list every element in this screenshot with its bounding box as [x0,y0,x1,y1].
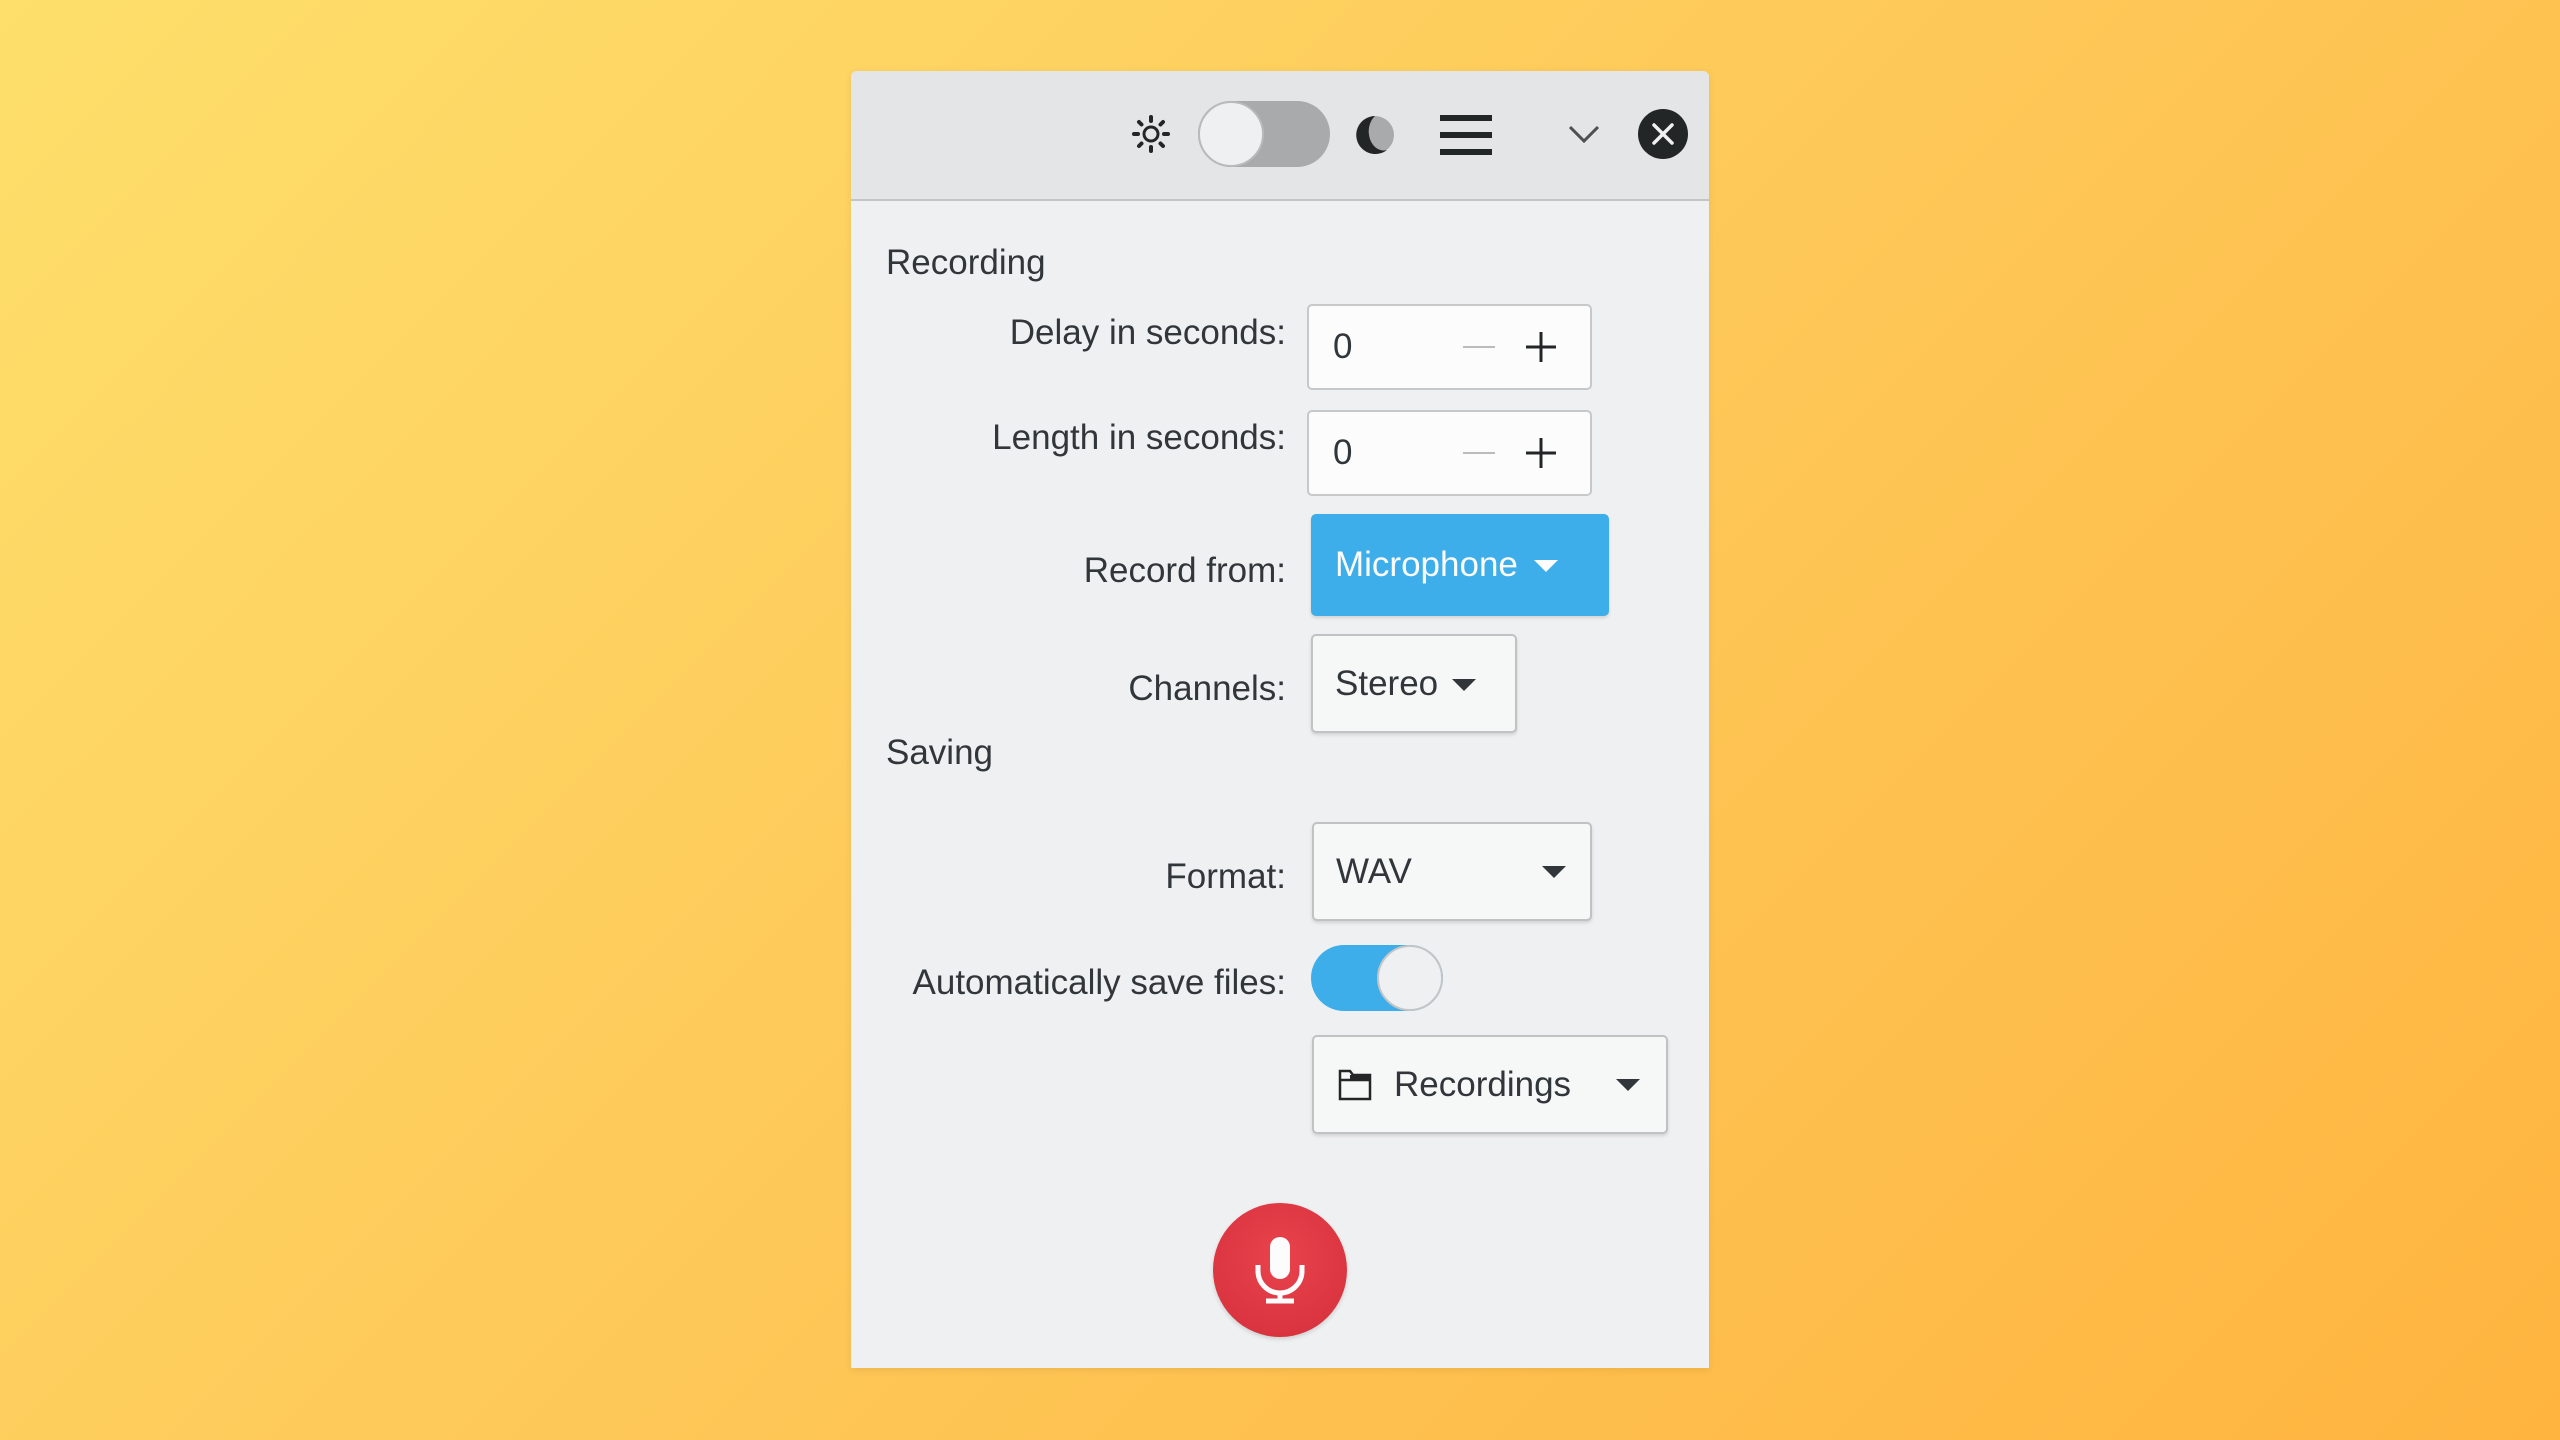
theme-toggle-switch[interactable] [1198,101,1330,167]
saving-section-title: Saving [886,733,994,772]
recording-section-title: Recording [886,243,1046,282]
length-label: Length in seconds: [992,418,1286,457]
delay-value[interactable]: 0 [1333,306,1352,388]
channels-dropdown[interactable]: Stereo [1311,634,1517,733]
delay-label: Delay in seconds: [1009,313,1286,352]
chevron-down-icon[interactable] [1567,119,1601,149]
auto-save-label: Automatically save files: [912,963,1286,1002]
format-value: WAV [1336,851,1412,891]
save-folder-value: Recordings [1394,1064,1572,1104]
microphone-icon [1255,1237,1305,1304]
plus-icon [1526,332,1556,362]
toggle-knob [1377,945,1443,1011]
format-dropdown[interactable]: WAV [1312,822,1592,921]
record-from-value: Microphone [1335,545,1518,584]
record-from-dropdown[interactable]: Microphone [1311,514,1609,616]
length-increment-button[interactable] [1519,412,1563,494]
caret-down-icon [1452,678,1477,691]
caret-down-icon [1616,1078,1640,1091]
folder-icon [1338,1069,1372,1100]
length-value[interactable]: 0 [1333,412,1352,494]
toggle-knob [1198,101,1264,167]
save-folder-dropdown[interactable]: Recordings [1312,1035,1668,1134]
close-icon[interactable] [1637,108,1689,160]
caret-down-icon [1533,560,1558,572]
length-decrement-button[interactable] [1459,412,1499,494]
moon-half-icon[interactable] [1353,113,1397,157]
plus-icon [1526,438,1556,468]
record-button[interactable] [1213,1203,1347,1337]
channels-label: Channels: [1128,669,1286,708]
audio-recorder-window: Recording Delay in seconds: 0 Length in … [851,71,1709,1368]
hamburger-menu-icon[interactable] [1440,113,1492,157]
format-label: Format: [1165,857,1286,896]
caret-down-icon [1542,865,1566,878]
channels-value: Stereo [1335,663,1439,703]
sun-icon[interactable] [1131,114,1171,154]
delay-spinbox[interactable]: 0 [1307,304,1592,390]
auto-save-toggle[interactable] [1311,945,1443,1011]
length-spinbox[interactable]: 0 [1307,410,1592,496]
delay-increment-button[interactable] [1519,306,1563,388]
record-from-label: Record from: [1083,551,1286,590]
header-bar [851,71,1709,201]
delay-decrement-button[interactable] [1459,306,1499,388]
